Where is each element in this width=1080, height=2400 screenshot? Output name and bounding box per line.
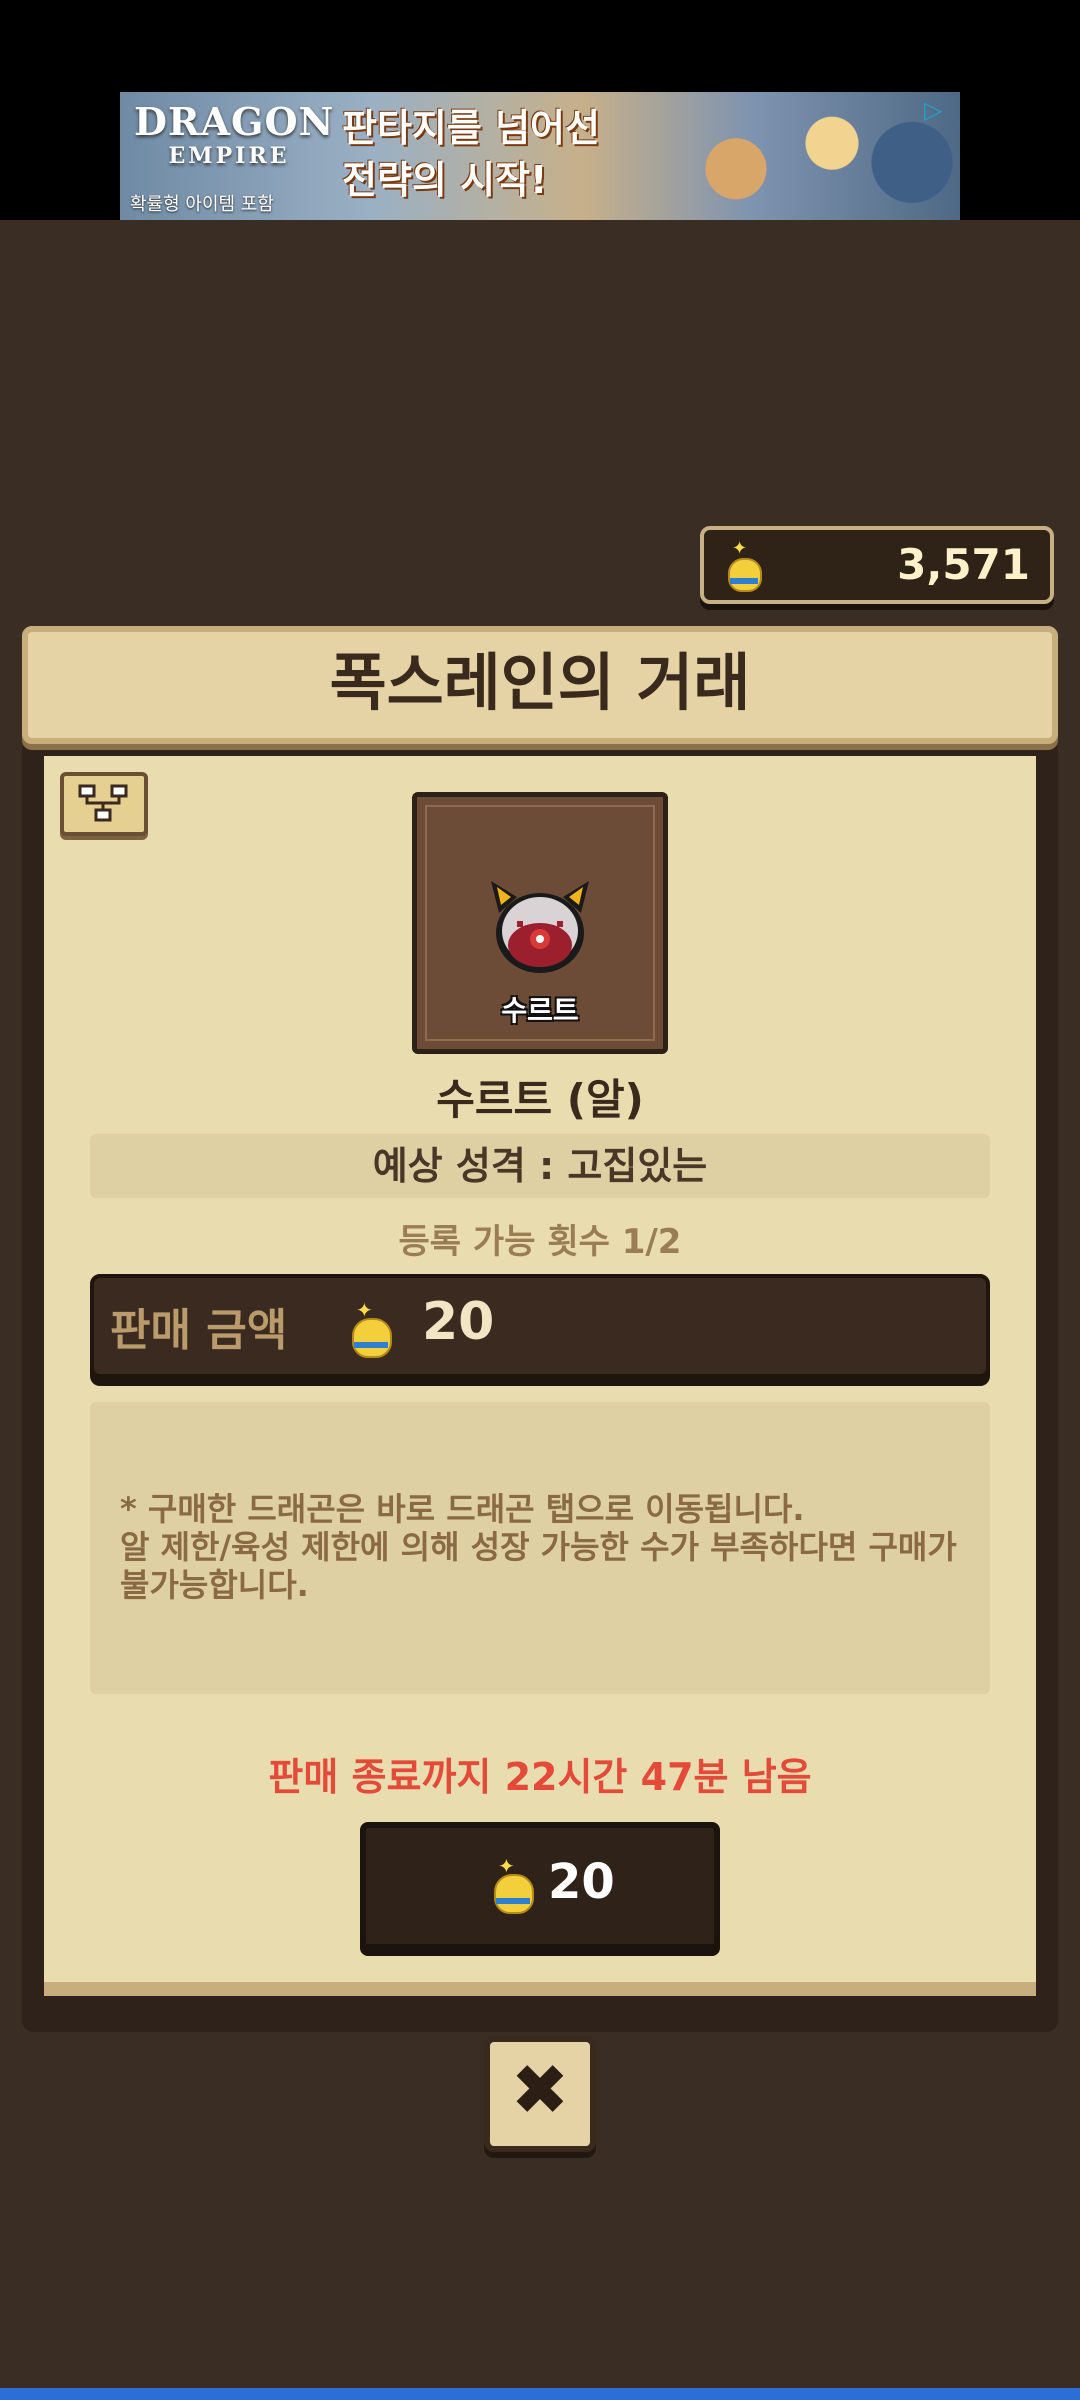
ad-artwork [640,92,960,220]
gold-bag-icon: ✦ [346,1298,396,1358]
sale-price-label: 판매 금액 [110,1305,288,1356]
ad-choices-icon[interactable]: ▷ [924,96,952,124]
ad-notice: 확률형 아이템 포함 [130,194,274,215]
gold-bag-icon: ✦ [488,1854,538,1914]
register-count: 등록 가능 횟수 1/2 [398,1222,682,1262]
navigation-bar-edge [0,2388,1080,2400]
buy-button[interactable]: ✦ 20 [360,1822,720,1950]
close-button[interactable]: ✖ [484,2036,596,2152]
item-card[interactable]: 수르트 [412,792,668,1054]
gold-bag-icon: ✦ [722,538,766,592]
item-title: 수르트 (알) [436,1075,644,1124]
tree-view-button[interactable] [60,772,148,836]
expected-trait: 예상 성격 : 고집있는 [90,1134,990,1198]
currency-display: ✦ 3,571 [700,526,1054,604]
close-icon: ✖ [510,2049,570,2131]
purchase-notice: * 구매한 드래곤은 바로 드래곤 탭으로 이동됩니다. 알 제한/육성 제한에… [90,1402,990,1694]
sale-price-box: 판매 금액 ✦ 20 [90,1274,990,1378]
currency-amount: 3,571 [897,540,1030,589]
buy-button-amount: 20 [548,1854,615,1910]
dragon-egg-icon [491,881,589,973]
hierarchy-icon [78,784,128,822]
ad-brand-logo: DRAGON EMPIRE [134,99,335,169]
sale-timer: 판매 종료까지 22시간 47분 남음 [268,1755,812,1799]
sale-price-amount: 20 [422,1292,495,1352]
ad-banner[interactable]: DRAGON EMPIRE 확률형 아이템 포함 판타지를 넘어선 전략의 시작… [120,92,960,220]
ad-slogan: 판타지를 넘어선 전략의 시작! [342,106,600,202]
panel-header: 폭스레인의 거래 [22,626,1058,744]
page-title: 폭스레인의 거래 [329,646,751,719]
item-badge: 수르트 [501,994,579,1027]
